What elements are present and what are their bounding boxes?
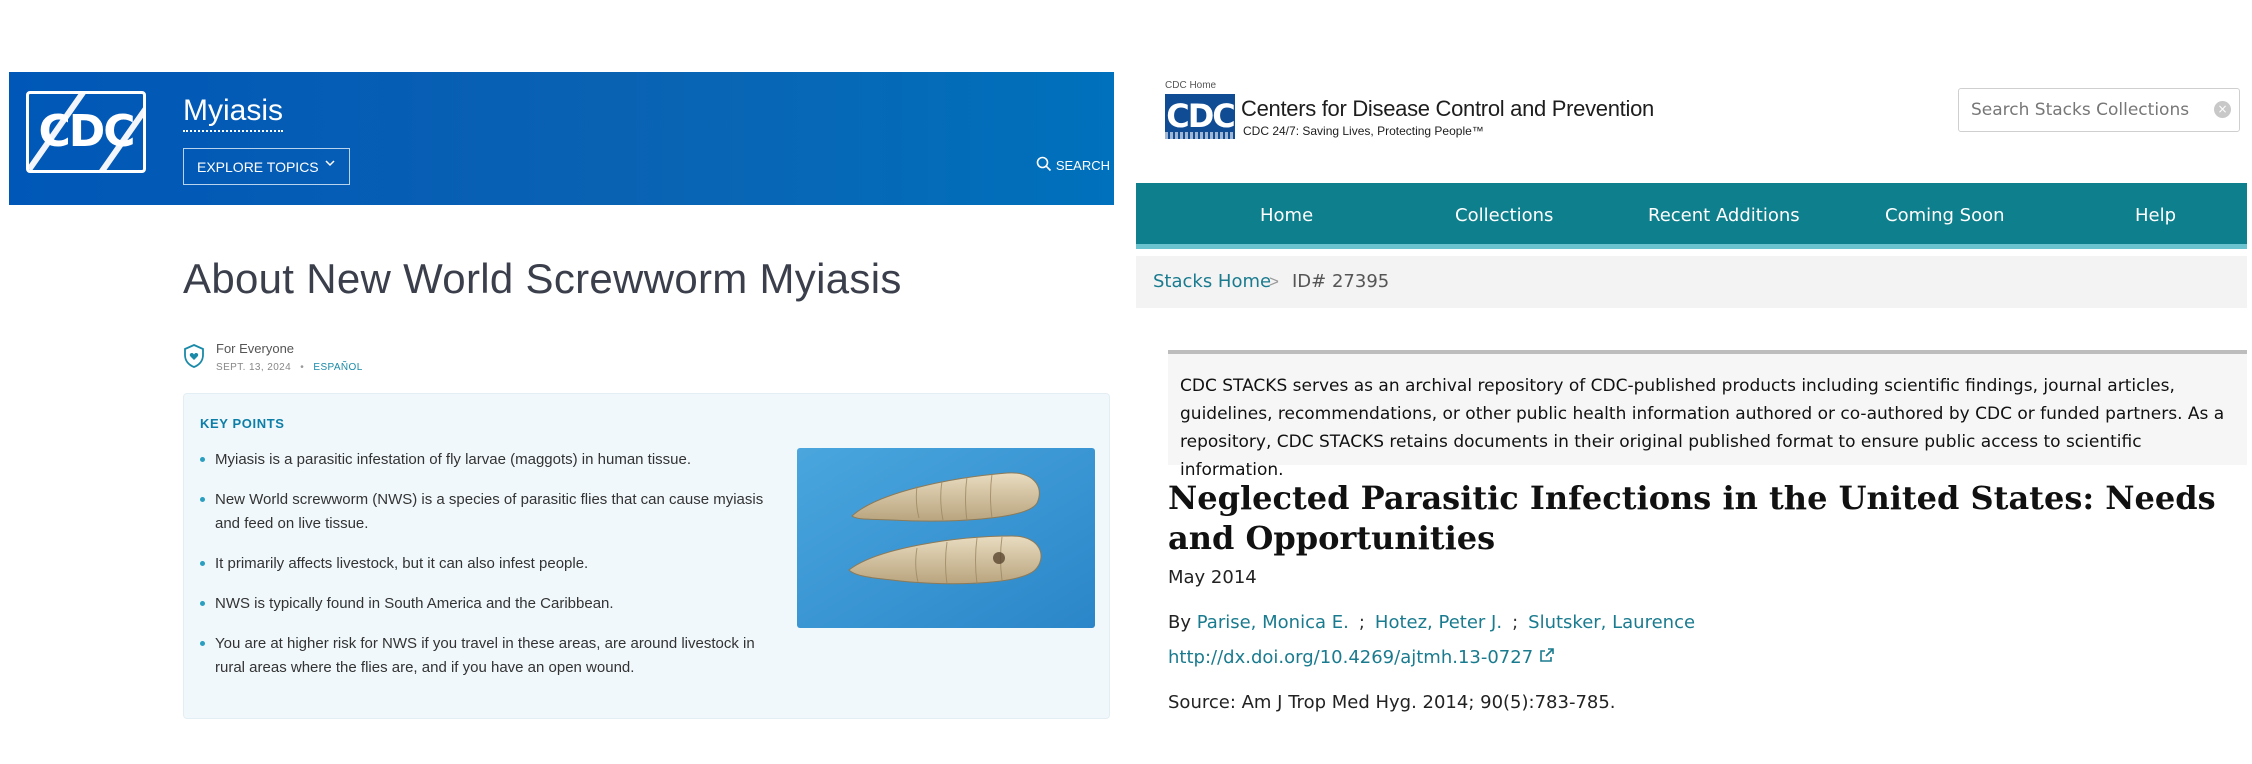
cdc-myiasis-page: CDC Myiasis EXPLORE TOPICS SEARCH About … xyxy=(0,0,1120,764)
espanol-link[interactable]: ESPAÑOL xyxy=(313,362,362,373)
screwworm-larvae-image xyxy=(797,448,1095,628)
main-nav: Home Collections Recent Additions Coming… xyxy=(1136,183,2247,249)
doi-link[interactable]: http://dx.doi.org/10.4269/ajtmh.13-0727 xyxy=(1168,647,1555,668)
key-point-item: Myiasis is a parasitic infestation of fl… xyxy=(200,448,785,472)
breadcrumb-separator: > xyxy=(1269,272,1279,291)
publish-date: SEPT. 13, 2024 xyxy=(216,362,292,373)
author-link[interactable]: Parise, Monica E. xyxy=(1197,612,1349,633)
nav-home[interactable]: Home xyxy=(1260,205,1313,226)
author-link[interactable]: Hotez, Peter J. xyxy=(1375,612,1502,633)
page-title: About New World Screwworm Myiasis xyxy=(183,255,902,302)
clear-search-icon[interactable]: × xyxy=(2214,101,2231,118)
cdc-logo[interactable]: CDC xyxy=(1165,94,1235,139)
document-title: Neglected Parasitic Infections in the Un… xyxy=(1168,479,2216,557)
nav-recent-additions[interactable]: Recent Additions xyxy=(1648,205,1800,226)
search-placeholder: Search Stacks Collections xyxy=(1971,100,2190,120)
nav-coming-soon[interactable]: Coming Soon xyxy=(1885,205,2005,226)
cdc-logo[interactable]: CDC xyxy=(26,91,146,173)
audience-label: For Everyone xyxy=(216,341,295,356)
author-list: By Parise, Monica E.; Hotez, Peter J.; Slu… xyxy=(1168,612,1695,633)
breadcrumb-home-link[interactable]: Stacks Home xyxy=(1153,271,1271,292)
breadcrumb: Stacks Home > ID# 27395 xyxy=(1136,256,2247,308)
external-link-icon xyxy=(1539,647,1555,668)
key-point-item: You are at higher risk for NWS if you tr… xyxy=(200,632,785,680)
breadcrumb-current: ID# 27395 xyxy=(1292,271,1390,292)
publish-date-line: SEPT. 13, 2024 • ESPAÑOL xyxy=(216,362,363,373)
cdc-logo-text: CDC xyxy=(1166,97,1235,135)
cdc-logo-text: CDC xyxy=(38,106,135,157)
key-points-title: KEY POINTS xyxy=(200,416,285,431)
cdc-home-link[interactable]: CDC Home xyxy=(1165,80,1216,91)
author-link[interactable]: Slutsker, Laurence xyxy=(1528,612,1695,633)
cdc-stacks-page: CDC Home CDC Centers for Disease Control… xyxy=(1131,0,2252,764)
search-button[interactable]: SEARCH xyxy=(1036,156,1110,175)
explore-topics-label: EXPLORE TOPICS xyxy=(197,158,319,175)
site-header: CDC Myiasis EXPLORE TOPICS SEARCH xyxy=(9,72,1114,205)
org-name: Centers for Disease Control and Preventi… xyxy=(1241,96,1654,121)
key-points-box: KEY POINTS Myiasis is a parasitic infest… xyxy=(183,393,1110,719)
key-point-item: NWS is typically found in South America … xyxy=(200,592,785,616)
author-separator: ; xyxy=(1358,612,1365,633)
shield-heart-icon xyxy=(183,344,205,368)
separator-dot: • xyxy=(300,362,305,373)
author-separator: ; xyxy=(1512,612,1519,633)
key-point-item: New World screwworm (NWS) is a species o… xyxy=(200,488,785,536)
nav-collections[interactable]: Collections xyxy=(1455,205,1553,226)
chevron-down-icon xyxy=(324,157,336,172)
document-date: May 2014 xyxy=(1168,567,1257,588)
site-title[interactable]: Myiasis xyxy=(183,94,284,132)
doi-text: http://dx.doi.org/10.4269/ajtmh.13-0727 xyxy=(1168,647,1534,668)
search-icon xyxy=(1036,156,1052,175)
org-tagline: CDC 24/7: Saving Lives, Protecting Peopl… xyxy=(1243,124,1484,138)
search-input[interactable]: Search Stacks Collections × xyxy=(1958,88,2240,132)
search-label: SEARCH xyxy=(1055,158,1110,173)
nav-help[interactable]: Help xyxy=(2135,205,2176,226)
key-point-item: It primarily affects livestock, but it c… xyxy=(200,552,785,576)
explore-topics-button[interactable]: EXPLORE TOPICS xyxy=(183,148,350,185)
by-label: By xyxy=(1168,612,1192,633)
key-points-list: Myiasis is a parasitic infestation of fl… xyxy=(200,448,785,696)
source-citation: Source: Am J Trop Med Hyg. 2014; 90(5):7… xyxy=(1168,692,1616,713)
repository-notice: CDC STACKS serves as an archival reposit… xyxy=(1168,350,2247,480)
